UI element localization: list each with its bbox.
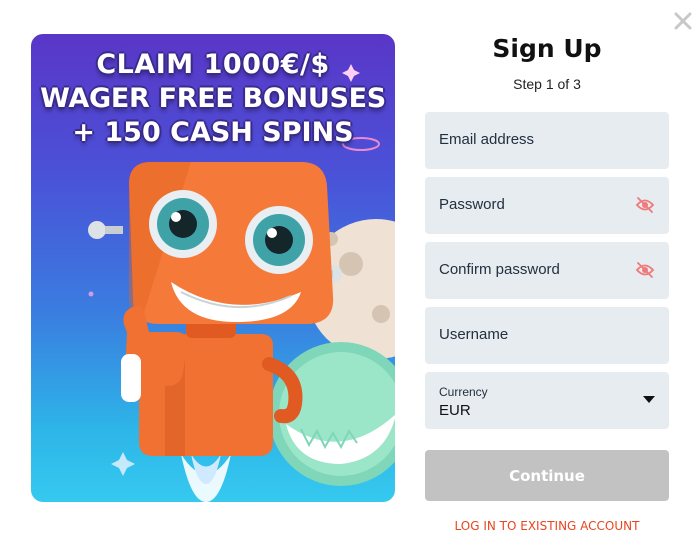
promo-banner: CLAIM 1000€/$ WAGER FREE BONUSES + 150 C… [31,34,395,502]
password-placeholder: Password [439,196,505,213]
close-button[interactable] [672,10,694,32]
username-placeholder: Username [439,326,509,343]
currency-label: Currency [439,385,488,399]
currency-value: EUR [439,402,471,419]
currency-select[interactable]: Currency EUR [425,372,669,429]
promo-headline-line1: CLAIM 1000€/$ [96,49,330,80]
email-placeholder: Email address [439,131,535,148]
promo-headline: CLAIM 1000€/$ WAGER FREE BONUSES + 150 C… [31,48,395,150]
password-field[interactable]: Password [425,177,669,234]
login-link[interactable]: LOG IN TO EXISTING ACCOUNT [425,519,669,533]
eye-off-icon[interactable] [635,260,655,280]
email-field[interactable]: Email address [425,112,669,169]
promo-headline-line3: + 150 CASH SPINS [72,117,354,148]
promo-headline-line2: WAGER FREE BONUSES [40,83,386,114]
page-title: Sign Up [492,34,602,63]
confirm-password-field[interactable]: Confirm password [425,242,669,299]
caret-down-icon [643,396,655,403]
eye-off-icon[interactable] [635,195,655,215]
confirm-password-placeholder: Confirm password [439,261,560,278]
step-indicator: Step 1 of 3 [513,76,581,92]
close-icon [674,12,692,30]
continue-button[interactable]: Continue [425,450,669,501]
username-field[interactable]: Username [425,307,669,364]
